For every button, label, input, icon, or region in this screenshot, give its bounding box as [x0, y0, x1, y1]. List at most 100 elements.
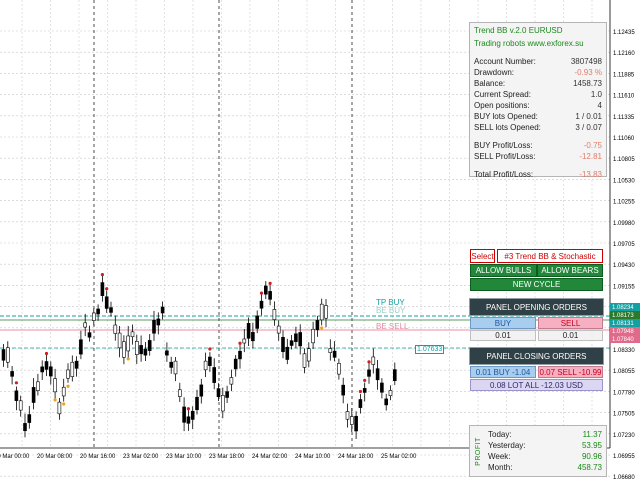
- info-row-label: Current Spread:: [474, 90, 531, 99]
- price-label: 1.12435: [613, 30, 635, 36]
- info-row-value: 3807498: [570, 57, 602, 66]
- time-label: 24 Mar 10:00: [295, 454, 331, 460]
- info-row-value: 1.0: [590, 90, 602, 99]
- price-label: 1.06955: [613, 454, 635, 460]
- candle-body: [40, 366, 45, 373]
- candle-body: [143, 348, 148, 356]
- price-label: 1.09430: [613, 263, 635, 269]
- profit-row: Week: 90.96: [488, 451, 602, 462]
- buy-button[interactable]: BUY: [470, 317, 536, 329]
- price-tag-text: 1.08173: [612, 313, 634, 319]
- candle-body: [311, 328, 315, 344]
- profit-row-value: 90.96: [581, 452, 602, 461]
- price-label: 1.07230: [613, 433, 635, 439]
- candle-body: [57, 401, 62, 415]
- candle-body: [66, 369, 70, 379]
- allow-bulls-button[interactable]: ALLOW BULLS: [470, 264, 537, 277]
- candle-body: [302, 353, 307, 368]
- close-buy-button[interactable]: 0.01 BUY -1.04: [470, 366, 536, 378]
- time-label: 20 Mar 00:00: [0, 454, 30, 460]
- candlesticks: [1, 272, 397, 440]
- period-separators: [93, 0, 353, 447]
- candle-body: [341, 384, 346, 396]
- pl-row: SELL Profit/Loss: -12.81: [470, 151, 606, 162]
- info-row-value: 4: [597, 101, 602, 110]
- candle-body: [113, 324, 118, 334]
- candle-body: [345, 411, 350, 420]
- price-tag-text: 1.07948: [612, 329, 634, 335]
- candle-body: [178, 389, 182, 397]
- strategy-button[interactable]: #3 Trend BB & Stochastic: [497, 249, 603, 263]
- candle-body: [135, 341, 139, 356]
- candle-body: [130, 331, 135, 338]
- price-label: 1.11885: [613, 72, 635, 78]
- candle-body: [328, 348, 333, 353]
- candle-body: [268, 291, 272, 300]
- time-label: 20 Mar 16:00: [80, 454, 116, 460]
- close-all-button[interactable]: 0.08 LOT ALL -12.03 USD: [470, 379, 603, 391]
- candle-body: [169, 361, 173, 368]
- be-buy-label: BE BUY: [376, 306, 406, 315]
- candle-body: [92, 312, 96, 321]
- info-row-label: Balance:: [474, 79, 506, 88]
- price-label: 1.06680: [613, 475, 635, 480]
- info-row-label: Drawdown:: [474, 68, 515, 77]
- candle-body: [354, 415, 358, 432]
- candle-body: [79, 339, 83, 355]
- price-label: 1.09980: [613, 221, 635, 227]
- signal-dot: [358, 389, 362, 394]
- candle-body: [371, 356, 376, 365]
- new-cycle-button[interactable]: NEW CYCLE: [470, 278, 603, 291]
- price-label: 1.09155: [613, 284, 635, 290]
- profit-row: Month: 458.73: [488, 462, 602, 473]
- candle-body: [70, 361, 75, 378]
- sell-button[interactable]: SELL: [538, 317, 603, 329]
- candle-body: [23, 423, 27, 432]
- candle-body: [96, 308, 100, 315]
- candle-body: [233, 358, 238, 370]
- candle-body: [289, 340, 294, 346]
- candle-body: [104, 296, 109, 309]
- signal-dot: [259, 291, 264, 295]
- candle-body: [272, 309, 277, 320]
- signal-dot: [14, 381, 18, 385]
- total-pl-row: Total Profit/Loss: -13.83: [474, 170, 602, 179]
- candle-body: [358, 399, 363, 408]
- price-label: 1.10255: [613, 200, 635, 206]
- candle-body: [53, 378, 57, 393]
- candle-body: [238, 350, 242, 360]
- signal-dot: [186, 407, 190, 411]
- price-tag-text: 1.08234: [612, 305, 634, 311]
- info-row: Account Number: 3807498: [470, 56, 606, 67]
- candle-body: [315, 320, 320, 331]
- candle-body: [109, 307, 113, 313]
- signal-dot: [66, 384, 70, 388]
- profit-row-value: 53.95: [581, 441, 602, 450]
- candle-body: [100, 282, 105, 296]
- candle-body: [152, 320, 156, 334]
- price-tag-text: 1.08131: [612, 321, 634, 327]
- candle-body: [165, 350, 169, 356]
- allow-bears-button[interactable]: ALLOW BEARS: [537, 264, 603, 277]
- close-sell-button[interactable]: 0.07 SELL -10.99: [538, 366, 603, 378]
- candle-body: [1, 349, 6, 361]
- candle-body: [251, 332, 255, 342]
- price-label: 1.09705: [613, 242, 635, 248]
- candle-body: [195, 396, 199, 411]
- candle-body: [199, 384, 204, 397]
- signal-dot: [268, 281, 272, 285]
- time-label: 20 Mar 08:00: [37, 454, 73, 460]
- signal-dot: [100, 272, 104, 277]
- signal-dot: [62, 402, 66, 406]
- sell-lot-input[interactable]: 0.01: [538, 330, 603, 341]
- candle-body: [349, 416, 354, 425]
- candle-body: [276, 325, 281, 334]
- candle-body: [186, 416, 191, 424]
- candle-body: [263, 285, 268, 295]
- closing-orders-header: PANEL CLOSING ORDERS: [469, 347, 604, 365]
- time-label: 24 Mar 02:00: [252, 454, 288, 460]
- select-button[interactable]: Select: [470, 249, 495, 263]
- candle-body: [242, 338, 247, 344]
- buy-lot-input[interactable]: 0.01: [470, 330, 536, 341]
- candle-body: [27, 414, 32, 423]
